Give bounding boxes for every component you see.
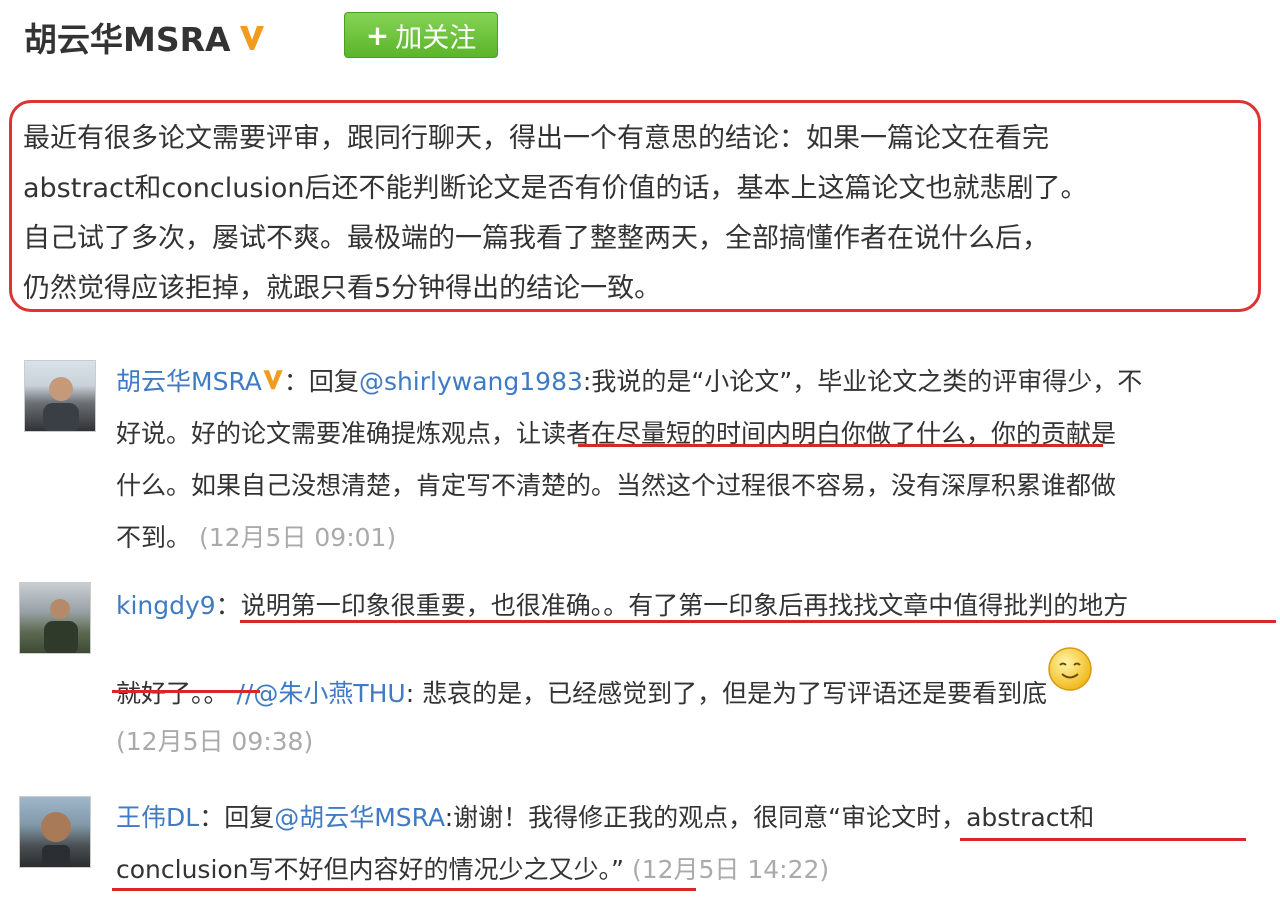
comment-timestamp[interactable]: (12月5日 09:01) — [199, 523, 396, 552]
follow-button[interactable]: + 加关注 — [344, 12, 498, 58]
comment-text-segment: : 悲哀的是，已经感觉到了，但是为了写评语还是要看到底 — [405, 679, 1048, 708]
highlight-underline — [112, 888, 696, 891]
mention-link[interactable]: @朱小燕THU — [253, 679, 405, 708]
comment-text: 胡云华MSRA ：回复@shirlywang1983:我说的是“小论文”，毕业论文… — [116, 356, 1276, 564]
comment-line: (12月5日 09:38) — [116, 722, 1280, 762]
highlighted-text: 审论文时，abstract和 — [841, 803, 1095, 832]
highlight-underline — [240, 620, 1276, 623]
comment-line: 好说。好的论文需要准确提炼观点，让读者在尽量短的时间内明白你做了什么，你的贡献是 — [116, 408, 1276, 460]
highlight-underline — [578, 444, 1103, 447]
comment-username[interactable]: kingdy9 — [116, 591, 216, 620]
comment-line: 就好了。。 //@朱小燕THU: 悲哀的是，已经感觉到了，但是为了写评语还是要看… — [116, 646, 1280, 722]
avatar[interactable] — [24, 360, 96, 432]
comment-username[interactable]: 胡云华MSRA — [116, 367, 262, 396]
comment-text: 王伟DL：回复@胡云华MSRA:谢谢！我得修正我的观点，很同意“审论文时，abs… — [116, 792, 1276, 896]
highlight-underline — [960, 838, 1246, 841]
comment-text-segment: ” — [611, 855, 624, 884]
comment-colon: ： — [199, 803, 225, 832]
comment-text: kingdy9：说明第一印象很重要，也很准确。。有了第一印象后再找找文章中值得批… — [116, 578, 1280, 762]
comment-line: 王伟DL：回复@胡云华MSRA:谢谢！我得修正我的观点，很同意“审论文时，abs… — [116, 792, 1276, 844]
comment-line: kingdy9：说明第一印象很重要，也很准确。。有了第一印象后再找找文章中值得批… — [116, 578, 1280, 634]
highlighted-text: 说明第一印象很重要，也很准确。。有了第一印象后再找找文章中值得批判的地方 — [240, 591, 1129, 620]
reply-prefix: 回复 — [308, 367, 359, 396]
verified-v-icon — [263, 370, 283, 390]
smiley-emoji-icon — [1048, 647, 1092, 691]
repost-mark: // — [236, 679, 254, 708]
comment-timestamp[interactable]: (12月5日 14:22) — [632, 855, 829, 884]
verified-v-icon — [239, 26, 264, 50]
post-line: abstract和conclusion后还不能判断论文是否有价值的话，基本上这篇… — [23, 173, 1088, 204]
post-line: 仍然觉得应该拒掉，就跟只看5分钟得出的结论一致。 — [23, 273, 662, 304]
avatar[interactable] — [19, 796, 91, 868]
comment-username[interactable]: 王伟DL — [116, 803, 199, 832]
comment-text-segment: :谢谢！我得修正我的观点，很同意“ — [444, 803, 842, 832]
mention-link[interactable]: @胡云华MSRA — [274, 803, 444, 832]
post-content: 最近有很多论文需要评审，跟同行聊天，得出一个有意思的结论：如果一篇论文在看完 a… — [23, 114, 1253, 314]
avatar-image — [43, 377, 79, 431]
comment-colon: ： — [215, 591, 241, 620]
comment-text-segment: :我说的是“小论文”，毕业论文之类的评审得少，不 — [582, 367, 1143, 396]
highlighted-text: conclusion写不好但内容好的情况少之又少。 — [116, 855, 612, 884]
comment-text-segment: 不到。 — [116, 523, 192, 552]
avatar[interactable] — [19, 582, 91, 654]
post-line: 自己试了多次，屡试不爽。最极端的一篇我看了整整两天，全部搞懂作者在说什么后， — [23, 223, 1049, 254]
comment-colon: ： — [283, 367, 309, 396]
comment-timestamp[interactable]: (12月5日 09:38) — [116, 727, 313, 756]
avatar-image — [41, 812, 71, 867]
post-line: 最近有很多论文需要评审，跟同行聊天，得出一个有意思的结论：如果一篇论文在看完 — [23, 123, 1049, 154]
comment-line: 胡云华MSRA ：回复@shirlywang1983:我说的是“小论文”，毕业论文… — [116, 356, 1276, 408]
highlight-underline — [112, 690, 260, 693]
post-header: 胡云华MSRA + 加关注 — [24, 12, 498, 62]
comment-line: 什么。如果自己没想清楚，肯定写不清楚的。当然这个过程很不容易，没有深厚积累谁都做 — [116, 471, 1117, 500]
comment-line: 不到。 (12月5日 09:01) — [116, 512, 1276, 564]
avatar-image — [44, 599, 78, 653]
author-name[interactable]: 胡云华MSRA — [24, 13, 231, 61]
reply-prefix: 回复 — [224, 803, 275, 832]
mention-link[interactable]: @shirlywang1983 — [359, 367, 583, 396]
highlighted-text: 就好了。。 — [116, 679, 229, 708]
follow-label: 加关注 — [395, 22, 477, 54]
plus-icon: + — [365, 18, 390, 52]
comment-text-segment: 好说。好的论文需要准确提炼观点， — [116, 419, 517, 448]
